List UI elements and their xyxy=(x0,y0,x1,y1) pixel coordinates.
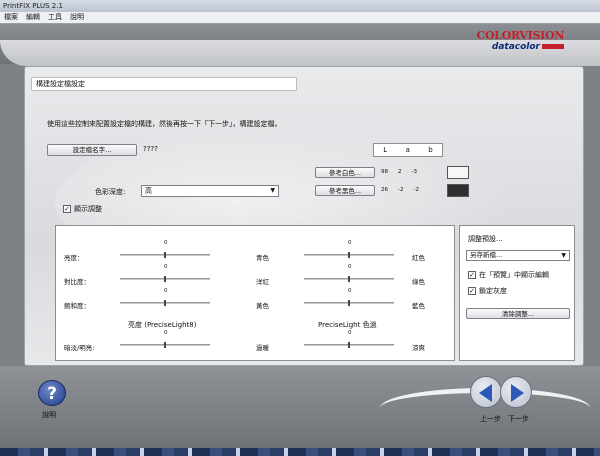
blue-label: 藍色 xyxy=(412,302,425,310)
chevron-down-icon: ▼ xyxy=(270,187,275,194)
white-swatch xyxy=(447,166,469,179)
green-label: 綠色 xyxy=(412,278,425,286)
preview-edit-label: 在「預覽」中顯示編輯 xyxy=(479,271,549,279)
presets-select-value: 另存新檔... xyxy=(470,251,503,259)
yellow-blue-thumb[interactable] xyxy=(348,300,350,306)
warm-cool-thumb[interactable] xyxy=(348,342,350,348)
cyan-red-thumb[interactable] xyxy=(348,252,350,258)
dim-bright-value: 0 xyxy=(164,330,168,336)
yellow-blue-slider[interactable] xyxy=(304,300,394,306)
logo-bar xyxy=(542,44,564,49)
saturation-thumb[interactable] xyxy=(164,300,166,306)
contrast-thumb[interactable] xyxy=(164,276,166,282)
menu-bar: 檔案 編輯 工具 說明 xyxy=(0,12,600,24)
adjust-presets-box: 調整預設... 另存新檔... ▼ ✓ 在「預覽」中顯示編輯 ✓ 鎖定灰度 清除… xyxy=(459,225,575,361)
contrast-label: 對比度： xyxy=(64,278,90,286)
yellow-blue-value: 0 xyxy=(348,288,352,294)
magenta-green-thumb[interactable] xyxy=(348,276,350,282)
window-title: PrintFIX PLUS 2.1 xyxy=(0,0,600,12)
ref-black-a: -2 xyxy=(398,187,404,193)
colorvision-logo: COLORVISION datacolor xyxy=(474,30,564,56)
profile-name-value: ???? xyxy=(143,145,158,153)
chevron-down-icon: ▼ xyxy=(561,252,566,259)
ref-black-button[interactable]: 參考黑色... xyxy=(315,185,375,196)
lock-gray-row[interactable]: ✓ 鎖定灰度 xyxy=(468,286,507,296)
panel-title: 構建設定檔設定 xyxy=(31,77,297,91)
ref-black-l: 26 xyxy=(381,187,388,193)
color-depth-select[interactable]: 高 ▼ xyxy=(141,185,279,197)
ref-white-values: 98 2 -3 xyxy=(381,169,417,175)
dim-bright-slider[interactable] xyxy=(120,342,210,348)
brightness-thumb[interactable] xyxy=(164,252,166,258)
warm-cool-slider[interactable] xyxy=(304,342,394,348)
profile-settings-panel: 構建設定檔設定 使用這些控制來配置設定檔的構建，然後再按一下「下一步」，構建設定… xyxy=(24,66,584,366)
menu-file[interactable]: 檔案 xyxy=(4,12,18,23)
lock-gray-checkbox[interactable]: ✓ xyxy=(468,287,476,295)
show-adjust-label: 顯示調整 xyxy=(74,205,102,213)
contrast-slider[interactable] xyxy=(120,276,210,282)
brightness-slider[interactable] xyxy=(120,252,210,258)
dim-bright-thumb[interactable] xyxy=(164,342,166,348)
clear-adjust-button[interactable]: 清除調整... xyxy=(466,308,570,319)
logo-bottom: datacolor xyxy=(491,42,540,52)
ref-white-b: -3 xyxy=(411,169,417,175)
presets-title: 調整預設... xyxy=(468,235,503,243)
menu-help[interactable]: 說明 xyxy=(70,12,84,23)
presets-select[interactable]: 另存新檔... ▼ xyxy=(466,250,570,261)
red-label: 紅色 xyxy=(412,254,425,262)
arrow-left-icon xyxy=(479,384,492,402)
saturation-label: 飽和度： xyxy=(64,302,90,310)
show-adjust-checkbox[interactable]: ✓ xyxy=(63,205,71,213)
ref-black-values: 26 -2 -2 xyxy=(381,187,419,193)
ref-white-l: 98 xyxy=(381,169,388,175)
yellow-label: 黃色 xyxy=(256,302,269,310)
warm-label: 過暖 xyxy=(256,344,269,352)
lock-gray-label: 鎖定灰度 xyxy=(479,287,507,295)
taskbar xyxy=(0,448,600,456)
menu-edit[interactable]: 編輯 xyxy=(26,12,40,23)
dim-bright-label: 暗淡/明亮: xyxy=(64,344,95,352)
magenta-green-slider[interactable] xyxy=(304,276,394,282)
preview-edit-checkbox[interactable]: ✓ xyxy=(468,271,476,279)
help-label: 說明 xyxy=(42,411,56,419)
back-label: 上一步 xyxy=(480,415,501,423)
logo-top: COLORVISION xyxy=(476,29,564,42)
show-adjust-row[interactable]: ✓ 顯示調整 xyxy=(63,204,102,214)
lab-header: L a b xyxy=(373,143,443,157)
menu-tools[interactable]: 工具 xyxy=(48,12,62,23)
ref-black-b: -2 xyxy=(413,187,419,193)
preview-edit-row[interactable]: ✓ 在「預覽」中顯示編輯 xyxy=(468,270,549,280)
magenta-green-value: 0 xyxy=(348,264,352,270)
color-depth-label: 色彩深度: xyxy=(95,188,126,196)
question-icon[interactable]: ? xyxy=(38,380,66,406)
lab-b: b xyxy=(428,146,433,154)
instruction-text: 使用這些控制來配置設定檔的構建，然後再按一下「下一步」，構建設定檔。 xyxy=(47,120,282,128)
warm-cool-value: 0 xyxy=(348,330,352,336)
cyan-label: 青色 xyxy=(256,254,269,262)
cool-label: 涼爽 xyxy=(412,344,425,352)
next-label: 下一步 xyxy=(508,415,529,423)
lab-a: a xyxy=(405,146,410,154)
ref-white-a: 2 xyxy=(398,169,402,175)
preciselight-color-heading: PreciseLight 色過 xyxy=(318,321,377,329)
saturation-slider[interactable] xyxy=(120,300,210,306)
magenta-label: 洋紅 xyxy=(256,278,269,286)
profile-name-button[interactable]: 設定檔名字... xyxy=(47,144,137,156)
cyan-red-slider[interactable] xyxy=(304,252,394,258)
brightness-value: 0 xyxy=(164,240,168,246)
next-button[interactable] xyxy=(500,376,532,408)
saturation-value: 0 xyxy=(164,288,168,294)
lab-l: L xyxy=(383,146,388,154)
adjustments-box: 亮度： 0 對比度： 0 飽和度： 0 青色 0 紅色 洋紅 0 綠色 黃色 0… xyxy=(55,225,455,361)
black-swatch xyxy=(447,184,469,197)
ref-white-button[interactable]: 參考白色... xyxy=(315,167,375,178)
contrast-value: 0 xyxy=(164,264,168,270)
arrow-right-icon xyxy=(511,384,524,402)
color-depth-value: 高 xyxy=(145,187,152,195)
brightness-label: 亮度： xyxy=(64,254,84,262)
cyan-red-value: 0 xyxy=(348,240,352,246)
preciselight8-heading: 亮度 (PreciseLight8) xyxy=(128,321,197,329)
back-button[interactable] xyxy=(470,376,502,408)
